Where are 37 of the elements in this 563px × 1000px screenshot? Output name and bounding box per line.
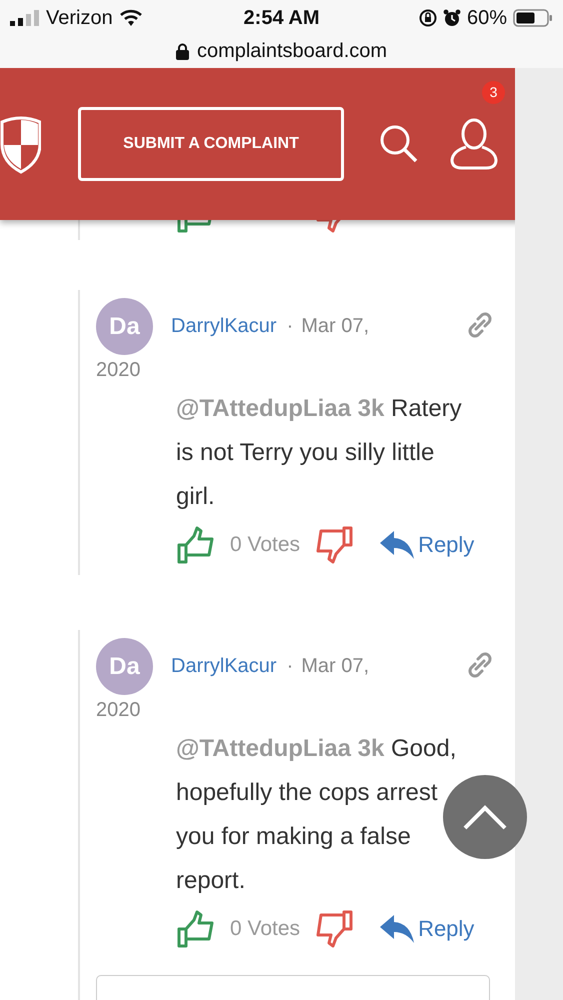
thumbs-up-icon[interactable] xyxy=(176,909,216,949)
address-url[interactable]: complaintsboard.com xyxy=(196,40,388,62)
user-icon[interactable] xyxy=(450,118,498,170)
vote-count: 0 Votes xyxy=(230,533,300,557)
battery-percent: 60% xyxy=(466,6,508,30)
comment-year: 2020 xyxy=(96,358,140,383)
comment-text: @TAttedupLiaa 3k Ratery is not Terry you silly little girl. xyxy=(176,394,463,512)
reply-arrow-icon xyxy=(380,531,414,559)
reply-link[interactable]: Reply xyxy=(380,915,474,943)
shield-logo-icon[interactable] xyxy=(0,114,41,174)
rotation-lock-icon xyxy=(418,9,437,27)
clock-time: 2:54 AM xyxy=(244,6,320,30)
separator-dot: · xyxy=(286,314,294,337)
battery-icon xyxy=(513,9,554,27)
wifi-icon xyxy=(118,9,143,27)
mention-link[interactable]: @TAttedupLiaa 3k xyxy=(176,395,384,422)
comment-date: Mar 07, xyxy=(301,314,370,337)
reply-link[interactable]: Reply xyxy=(380,531,474,559)
thumbs-down-icon[interactable] xyxy=(314,525,354,565)
vote-count: 0 Votes xyxy=(230,917,300,941)
author-link[interactable]: DarrylKacur xyxy=(171,654,277,677)
carrier-name: Verizon xyxy=(46,6,113,30)
thumbs-up-icon[interactable] xyxy=(176,525,216,565)
chevron-up-icon xyxy=(462,803,508,831)
mention-link[interactable]: @TAttedupLiaa 3k xyxy=(176,735,384,762)
alarm-icon xyxy=(442,9,461,27)
author-link[interactable]: DarrylKacur xyxy=(171,314,277,337)
separator-dot: · xyxy=(286,654,294,677)
search-icon[interactable] xyxy=(379,124,419,164)
reply-arrow-icon xyxy=(380,915,414,943)
lock-icon xyxy=(176,42,189,60)
comment-year: 2020 xyxy=(96,698,140,723)
submit-complaint-button[interactable]: SUBMIT A COMPLAINT xyxy=(78,107,344,181)
notification-badge: 3 xyxy=(482,81,505,104)
comment-date: Mar 07, xyxy=(301,654,370,677)
signal-icon xyxy=(10,10,40,26)
thumbs-down-icon[interactable] xyxy=(314,909,354,949)
